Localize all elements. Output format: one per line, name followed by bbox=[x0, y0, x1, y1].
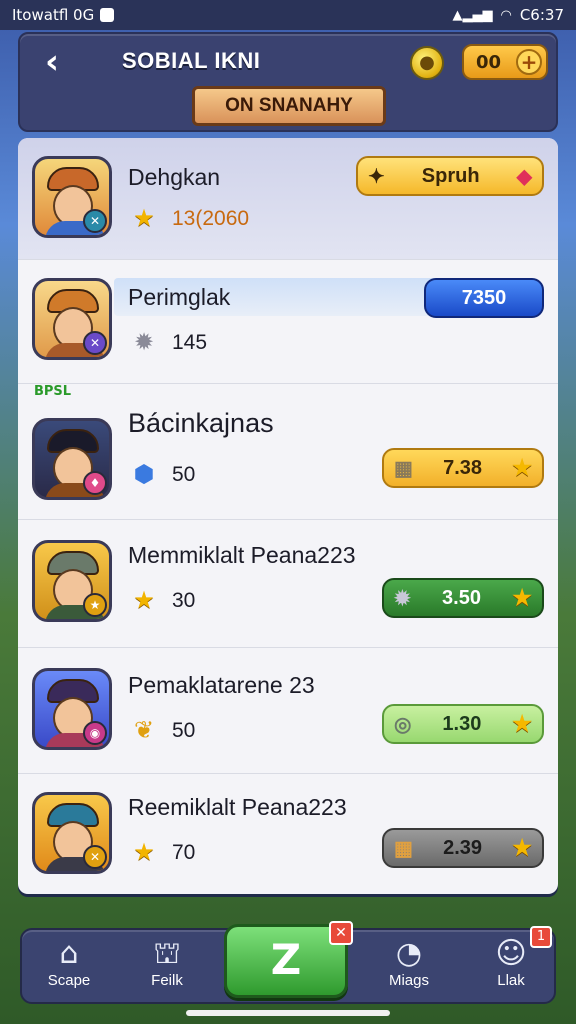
list-item[interactable]: ✕ Reemiklalt Peana223 ★ 70 ▦ 2.39 ★ bbox=[18, 774, 558, 894]
rank-badge-icon: ✕ bbox=[83, 845, 107, 869]
player-stat: ★ 13(2060 bbox=[128, 204, 249, 233]
player-stat: ★ 70 bbox=[128, 838, 195, 867]
player-stat: ★ 30 bbox=[128, 586, 195, 615]
rank-badge-icon: ✕ bbox=[83, 209, 107, 233]
back-button[interactable]: ‹ bbox=[34, 44, 70, 80]
price-pill[interactable]: ▦ 7.38 ★ bbox=[382, 448, 544, 488]
stat-value: 50 bbox=[172, 718, 196, 742]
list-item[interactable]: ◉ Pemaklatarene 23 ❦ 50 ◎ 1.30 ★ bbox=[18, 648, 558, 774]
list-item[interactable]: ♦ Bácinkajnas ⬢ 50 ▦ 7.38 ★ bbox=[18, 384, 558, 520]
rank-badge-icon: ★ bbox=[83, 593, 107, 617]
nav-label: Llak bbox=[497, 972, 525, 989]
close-badge-icon: ✕ bbox=[329, 921, 353, 945]
stat-value: 50 bbox=[172, 462, 196, 486]
leaderboard-list: ✕ Dehgkan ★ 13(2060 ✦ Spruh ◆ ✕ Perimgla… bbox=[18, 138, 558, 894]
action-pill[interactable]: ✦ Spruh ◆ bbox=[356, 156, 544, 196]
leaf-icon: ❦ bbox=[133, 717, 155, 744]
star-icon: ★ bbox=[512, 711, 532, 736]
star-icon: ★ bbox=[512, 455, 532, 480]
crate-icon: ▦ bbox=[394, 457, 413, 480]
list-item[interactable]: ✕ Dehgkan ★ 13(2060 ✦ Spruh ◆ bbox=[18, 138, 558, 260]
avatar: ✕ bbox=[32, 278, 112, 360]
gem-icon: ◆ bbox=[516, 165, 532, 188]
sparkle-icon: ✦ bbox=[368, 165, 385, 188]
signal-icon: ▲▂▄▆ bbox=[452, 7, 493, 23]
rank-badge-icon: ♦ bbox=[83, 471, 107, 495]
player-name: Dehgkan bbox=[128, 164, 221, 190]
list-item[interactable]: ✕ Perimglak ✹ 145 7350 bbox=[18, 260, 558, 384]
player-name: Pemaklatarene 23 bbox=[128, 672, 315, 698]
player-name: Memmiklalt Peana223 bbox=[128, 542, 356, 568]
carrier-text: Itowatfl 0G bbox=[12, 6, 95, 24]
rank-badge-icon: ✕ bbox=[83, 331, 107, 355]
star-icon: ★ bbox=[133, 839, 155, 866]
nav-item-feilk[interactable]: ⛫ Feilk bbox=[122, 936, 212, 1000]
star-icon: ★ bbox=[133, 587, 155, 614]
gem-icon: ⬢ bbox=[133, 461, 155, 488]
price-pill[interactable]: ▦ 2.39 ★ bbox=[382, 828, 544, 868]
section-banner: ON SNANAHY bbox=[192, 86, 386, 126]
pill-label: 7.38 bbox=[443, 456, 483, 479]
star-icon: ★ bbox=[512, 835, 532, 860]
page-title: SOBIAL IKNI bbox=[122, 48, 261, 73]
avatar: ◉ bbox=[32, 668, 112, 750]
pill-label: 1.30 bbox=[442, 712, 482, 735]
avatar: ★ bbox=[32, 540, 112, 622]
center-action-button[interactable]: Z ✕ bbox=[224, 921, 353, 998]
nav-label: Feilk bbox=[151, 972, 183, 989]
coin-icon[interactable]: ● bbox=[410, 46, 444, 80]
player-stat: ✹ 145 bbox=[128, 328, 207, 357]
stat-value: 70 bbox=[172, 840, 196, 864]
avatar: ✕ bbox=[32, 156, 112, 238]
clock: C6:37 bbox=[519, 6, 564, 24]
add-currency-button[interactable]: + bbox=[516, 49, 542, 75]
stat-value: 13(2060 bbox=[172, 206, 250, 230]
price-pill[interactable]: ✹ 3.50 ★ bbox=[382, 578, 544, 618]
currency-value: 00 bbox=[476, 51, 502, 73]
player-stat: ❦ 50 bbox=[128, 716, 195, 745]
gear-icon: ✹ bbox=[394, 587, 411, 610]
pill-label: 2.39 bbox=[443, 836, 483, 859]
status-bar: Itowatfl 0G ▲▂▄▆ ◠ C6:37 bbox=[0, 0, 576, 30]
player-name: Bácinkajnas bbox=[128, 408, 274, 438]
avatar: ✕ bbox=[32, 792, 112, 874]
nav-label: Miags bbox=[388, 972, 429, 989]
bottom-nav: ⌂ Scape ⛫ Feilk Z ✕ ◔ Miags ☺ Llak 1 bbox=[20, 921, 556, 1004]
coin-icon: ◎ bbox=[394, 713, 412, 736]
chat-icon: ◔ bbox=[395, 936, 423, 971]
rank-badge-icon: ◉ bbox=[83, 721, 107, 745]
star-icon: ★ bbox=[133, 205, 155, 232]
stat-value: 145 bbox=[172, 330, 208, 354]
pill-label: 3.50 bbox=[442, 586, 481, 609]
pill-label: 7350 bbox=[461, 286, 507, 309]
wifi-icon: ◠ bbox=[500, 7, 512, 23]
player-name: Reemiklalt Peana223 bbox=[128, 794, 347, 820]
list-item[interactable]: ★ Memmiklalt Peana223 ★ 30 ✹ 3.50 ★ bbox=[18, 520, 558, 648]
home-indicator[interactable] bbox=[186, 1010, 390, 1016]
star-icon: ★ bbox=[512, 585, 532, 610]
score-pill[interactable]: 7350 bbox=[424, 278, 544, 318]
avatar: ♦ bbox=[32, 418, 112, 500]
stat-value: 30 bbox=[172, 588, 196, 612]
gear-icon: ✹ bbox=[133, 329, 155, 356]
player-stat: ⬢ 50 bbox=[128, 460, 196, 489]
player-name: Perimglak bbox=[128, 284, 231, 310]
shop-icon: ⛫ bbox=[153, 936, 181, 971]
center-action-label: Z bbox=[270, 935, 302, 984]
nav-item-miags[interactable]: ◔ Miags bbox=[364, 936, 454, 1000]
nav-item-scape[interactable]: ⌂ Scape bbox=[24, 936, 114, 1000]
header: ‹ SOBIAL IKNI ● 00 + ON SNANAHY bbox=[18, 32, 558, 132]
nav-label: Scape bbox=[47, 972, 91, 989]
currency-counter[interactable]: 00 + bbox=[462, 44, 548, 80]
notification-badge: 1 bbox=[530, 926, 552, 948]
notification-icon bbox=[100, 8, 115, 22]
crate-icon: ▦ bbox=[394, 837, 413, 860]
price-pill[interactable]: ◎ 1.30 ★ bbox=[382, 704, 544, 744]
pill-label: Spruh bbox=[421, 164, 480, 187]
home-icon: ⌂ bbox=[59, 936, 79, 971]
nav-item-llak[interactable]: ☺ Llak 1 bbox=[466, 926, 556, 1000]
